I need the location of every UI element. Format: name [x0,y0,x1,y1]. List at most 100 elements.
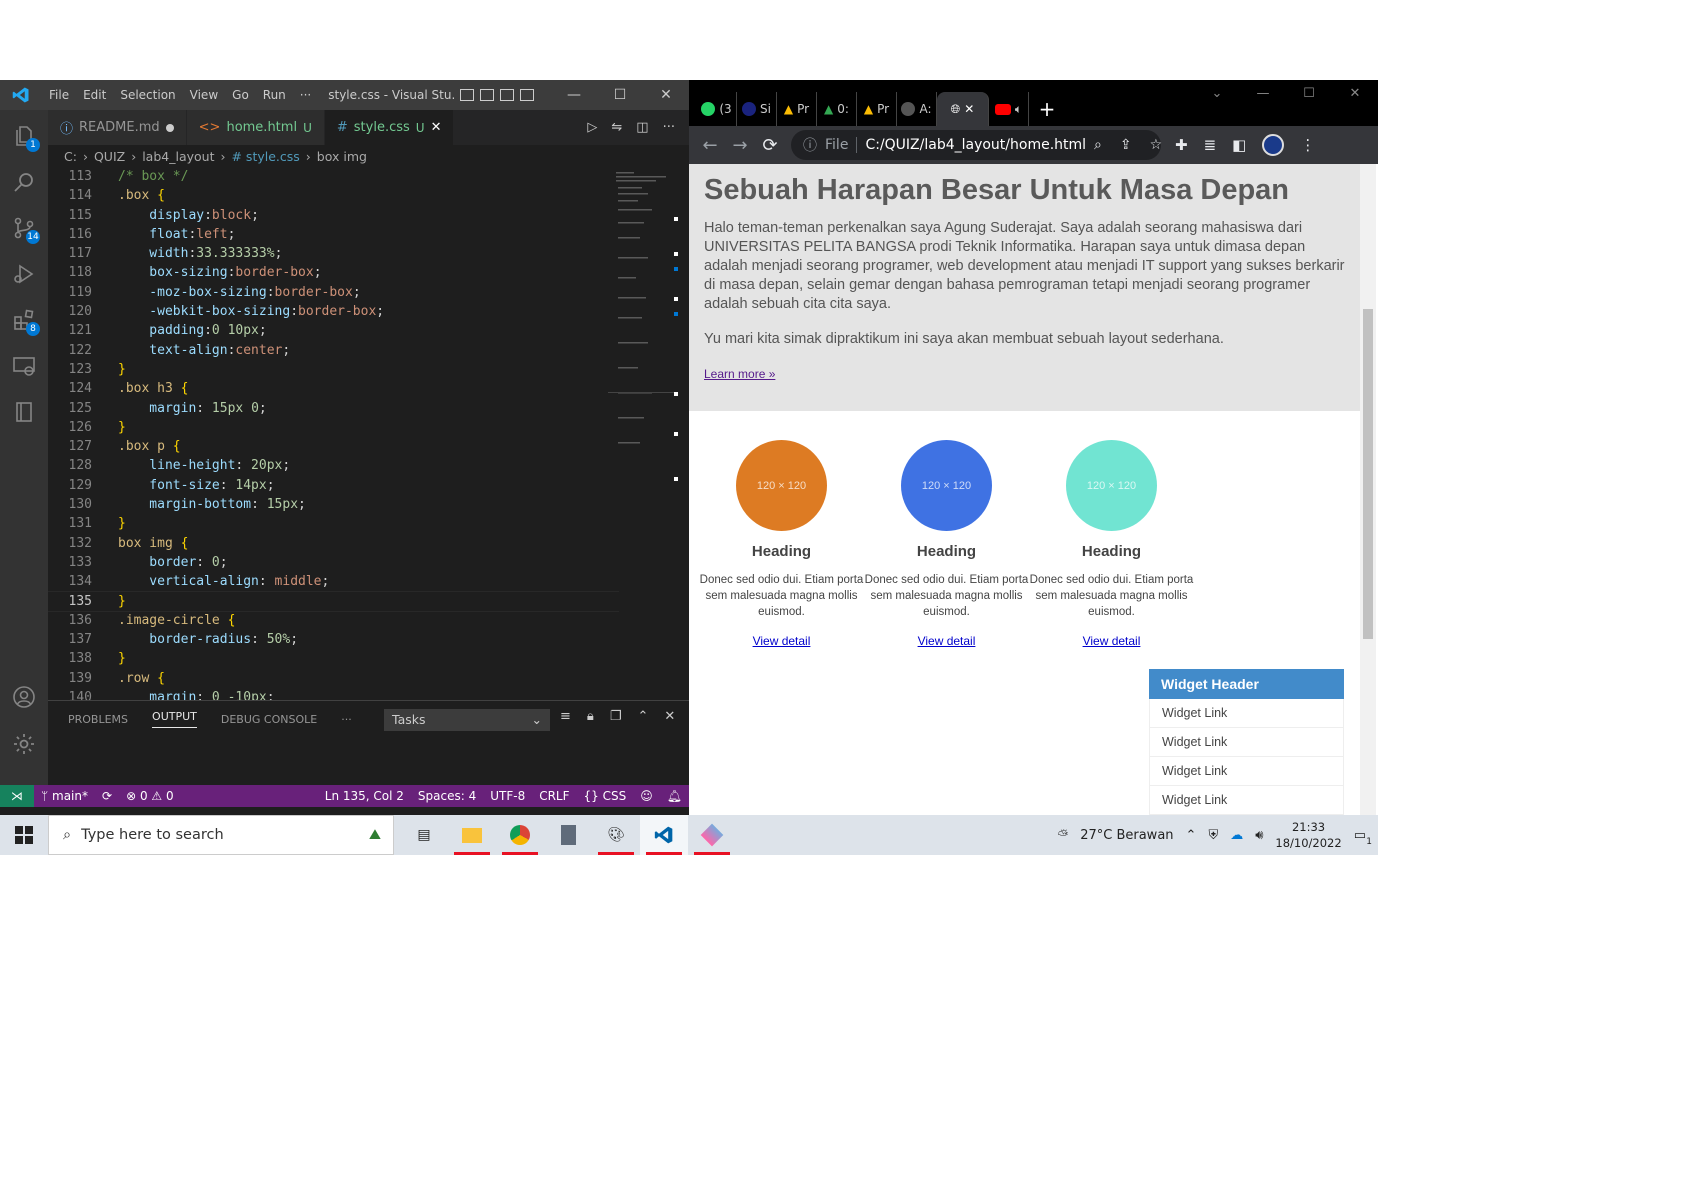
scrollbar-thumb[interactable] [1363,309,1373,639]
feedback-icon[interactable]: ☺ [633,789,660,803]
output-channel-select[interactable]: Tasks ⌄ [384,709,550,731]
close-button[interactable]: ✕ [1332,80,1378,108]
browser-tab[interactable]: (3 [697,92,737,126]
code-line[interactable]: 119 -moz-box-sizing:border-box; [48,283,619,302]
windows-start-icon[interactable] [0,826,48,844]
extensions-icon[interactable]: 8 [12,308,40,336]
address-bar[interactable]: ⓘ File C:/QUIZ/lab4_layout/home.html ⌕ ⇪… [791,130,1163,160]
code-line[interactable]: 138} [48,649,619,668]
code-line[interactable]: 129 font-size: 14px; [48,476,619,495]
account-icon[interactable] [12,685,36,709]
chevron-up-icon[interactable]: ⌃ [1186,828,1197,843]
code-line[interactable]: 123} [48,360,619,379]
browser-tab-active[interactable]: 🌐︎ ✕ [937,92,989,126]
close-tab-icon[interactable]: ✕ [431,120,442,135]
run-debug-icon[interactable] [12,262,36,286]
code-line[interactable]: 115 display:block; [48,206,619,225]
tab-debug-console[interactable]: DEBUG CONSOLE [221,713,317,726]
maximize-button[interactable]: ☐ [1286,80,1332,108]
profile-avatar[interactable] [1262,134,1285,156]
more-actions-icon[interactable]: ··· [663,120,675,135]
menu-edit[interactable]: Edit [76,88,113,102]
paint-icon[interactable]: 🎨︎ [592,815,640,855]
browser-tab[interactable]: ▲ Pr [857,92,897,126]
problems-status[interactable]: ⊗ 0 ⚠ 0 [119,789,181,803]
code-line[interactable]: 114 .box { [48,186,619,205]
weather-text[interactable]: 27°C Berawan [1080,828,1173,843]
widget-link[interactable]: Widget Link [1149,728,1344,757]
search-icon[interactable] [12,170,36,194]
sync-icon[interactable]: ⟳ [95,789,119,803]
maximize-button[interactable]: ☐ [597,87,643,103]
code-editor[interactable]: 113/* box */114 .box {115 display:block; 1… [48,167,619,700]
widget-link[interactable]: Widget Link [1149,786,1344,815]
code-line[interactable]: 124 .box h3 { [48,379,619,398]
code-line[interactable]: 128 line-height: 20px; [48,456,619,475]
info-icon[interactable]: ⓘ [803,135,817,155]
browser-tab[interactable]: ▲ 0: [817,92,857,126]
close-button[interactable]: ✕ [643,87,689,103]
language-mode[interactable]: {} CSS [577,789,634,803]
code-line[interactable]: 139 .row { [48,669,619,688]
weather-icon[interactable]: ⛅︎ [1058,828,1068,843]
code-line[interactable]: 133 border: 0; [48,553,619,572]
chrome-icon[interactable] [496,815,544,855]
chrome-menu-icon[interactable]: ⋮ [1300,136,1315,154]
system-clock[interactable]: 21:33 18/10/2022 [1275,819,1341,851]
lock-icon[interactable]: 🔒︎ [587,709,594,724]
onedrive-icon[interactable]: ☁ [1230,828,1243,843]
menu-run[interactable]: Run [256,88,293,102]
share-icon[interactable]: ⇪ [1120,137,1132,153]
eol-status[interactable]: CRLF [532,789,576,803]
breadcrumb-item[interactable]: QUIZ [94,149,125,164]
widget-link[interactable]: Widget Link [1149,699,1344,728]
view-detail-link[interactable]: View detail [1083,634,1141,648]
tab-problems[interactable]: PROBLEMS [68,713,128,726]
extensions-puzzle-icon[interactable]: ✚ [1175,136,1188,154]
code-line[interactable]: 131} [48,514,619,533]
code-line[interactable]: 136 .image-circle { [48,611,619,630]
breadcrumb-item[interactable]: lab4_layout [142,149,214,164]
open-editor-icon[interactable]: ❐ [610,709,622,724]
testing-icon[interactable] [12,400,36,424]
taskbar-search[interactable]: ⌕ Type here to search ⛰ [48,815,394,855]
menu-go[interactable]: Go [225,88,256,102]
code-line[interactable]: 132 box img { [48,534,619,553]
code-line[interactable]: 137 border-radius: 50%; [48,630,619,649]
split-editor-icon[interactable]: ◫ [636,120,648,135]
vscode-taskbar-icon[interactable] [640,815,688,855]
browser-tab[interactable]: Si [737,92,777,126]
learn-more-link[interactable]: Learn more » [704,367,775,381]
code-line[interactable]: 116 float:left; [48,225,619,244]
tab-home-html[interactable]: <> home.html U [186,110,325,145]
tab-more[interactable]: ··· [341,713,352,726]
tab-readme[interactable]: ⓘ README.md [48,110,187,145]
browser-tab[interactable]: A: [897,92,937,126]
bookmark-star-icon[interactable]: ☆ [1150,137,1163,153]
widget-link[interactable]: Widget Link [1149,757,1344,786]
toggle-secondary-sidebar-icon[interactable] [500,89,515,101]
tab-search-icon[interactable]: ⌄ [1194,80,1240,108]
toggle-sidebar-icon[interactable] [460,89,475,101]
code-line[interactable]: 135} [48,590,619,612]
forward-icon[interactable]: → [725,135,755,156]
browser-tab[interactable]: ▲ Pr [777,92,817,126]
view-detail-link[interactable]: View detail [918,634,976,648]
code-line[interactable]: 127 .box p { [48,437,619,456]
side-panel-icon[interactable]: ◧ [1232,136,1246,154]
close-panel-icon[interactable]: ✕ [664,709,675,724]
customize-layout-icon[interactable] [520,89,535,101]
menu-more[interactable]: ··· [293,88,318,102]
run-icon[interactable]: ▷ [587,120,597,135]
source-control-icon[interactable]: 14 [12,216,40,244]
editor-scrollbar[interactable] [678,167,689,700]
code-line[interactable]: 134 vertical-align: middle; [48,572,619,591]
browser-tab[interactable]: 🔈︎ [989,92,1029,126]
minimap[interactable] [608,167,678,617]
app-icon[interactable] [688,815,736,855]
cursor-position[interactable]: Ln 135, Col 2 [318,789,411,803]
file-explorer-icon[interactable] [448,815,496,855]
code-line[interactable]: 113 /* box */ [48,167,619,186]
code-line[interactable]: 120 -webkit-box-sizing:border-box; [48,302,619,321]
view-detail-link[interactable]: View detail [753,634,811,648]
